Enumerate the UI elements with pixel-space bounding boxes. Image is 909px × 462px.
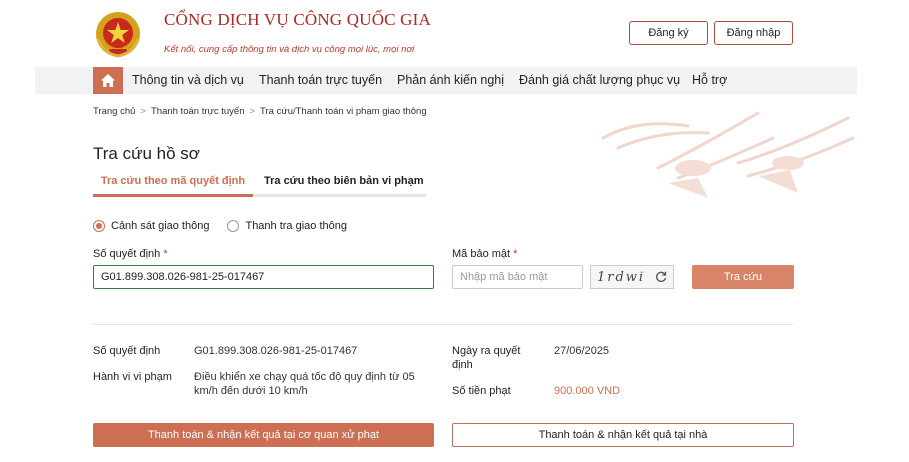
tab-by-decision-code[interactable]: Tra cứu theo mã quyết định	[93, 171, 253, 197]
result-violation-label: Hành vi vi phạm	[93, 371, 172, 383]
breadcrumb-home[interactable]: Trang chủ	[93, 106, 135, 117]
search-button[interactable]: Tra cứu	[692, 265, 794, 289]
nav-item-feedback[interactable]: Phản ánh kiến nghị	[397, 67, 504, 94]
agency-radio-group: Cảnh sát giao thông Thanh tra giao thông	[93, 220, 347, 232]
nav-item-info-services[interactable]: Thông tin và dịch vụ	[132, 67, 244, 94]
result-violation-value-line2: km/h đến dưới 10 km/h	[194, 385, 308, 397]
section-divider	[93, 324, 793, 325]
decision-number-input[interactable]	[93, 265, 434, 289]
site-header: CỔNG DỊCH VỤ CÔNG QUỐC GIA Kết nối, cung…	[0, 0, 909, 67]
main-navbar: Thông tin và dịch vụ Thanh toán trực tuy…	[35, 67, 857, 94]
decorative-birds-pattern	[601, 111, 855, 198]
pay-at-office-button[interactable]: Thanh toán & nhận kết quả tại cơ quan xử…	[93, 423, 434, 447]
result-decision-number-value: G01.899.308.026-981-25-017467	[194, 345, 358, 357]
brand-title[interactable]: CỔNG DỊCH VỤ CÔNG QUỐC GIA	[164, 10, 431, 30]
radio-traffic-inspector[interactable]	[227, 220, 240, 232]
decision-number-label-text: Số quyết định	[93, 248, 161, 260]
result-date-value: 27/06/2025	[554, 345, 610, 357]
tab-by-violation-report[interactable]: Tra cứu theo biên bản vi phạm	[264, 171, 424, 194]
radio-traffic-police[interactable]	[93, 220, 105, 232]
captcha-text: 1rdwi	[597, 269, 646, 285]
required-mark: *	[513, 248, 518, 260]
refresh-icon[interactable]	[655, 271, 667, 283]
nav-item-online-payment[interactable]: Thanh toán trực tuyến	[259, 67, 382, 94]
result-decision-number-label: Số quyết định	[93, 345, 161, 357]
home-icon	[101, 74, 115, 87]
radio-traffic-inspector-label[interactable]: Thanh tra giao thông	[245, 220, 347, 232]
result-fine-value: 900.000 VND	[554, 385, 621, 397]
result-date-label-line2: định	[452, 359, 473, 371]
brand-subtitle: Kết nối, cung cấp thông tin và dịch vụ c…	[164, 44, 415, 55]
result-violation-value-line1: Điều khiển xe chạy quá tốc độ quy định t…	[194, 371, 415, 383]
result-date-label-line1: Ngày ra quyết	[452, 345, 521, 357]
required-mark: *	[163, 248, 168, 260]
pay-at-home-button[interactable]: Thanh toán & nhận kết quả tại nhà	[452, 423, 794, 447]
captcha-input[interactable]	[452, 265, 583, 289]
nav-home-button[interactable]	[93, 67, 123, 94]
nav-item-support[interactable]: Hỗ trợ	[692, 67, 727, 94]
result-fine-label: Số tiền phạt	[452, 385, 511, 397]
breadcrumb-online-payment[interactable]: Thanh toán trực tuyến	[151, 106, 245, 117]
radio-traffic-police-label[interactable]: Cảnh sát giao thông	[111, 220, 209, 232]
breadcrumb: Trang chủ > Thanh toán trực tuyến > Tra …	[93, 106, 427, 117]
register-button[interactable]: Đăng ký	[629, 21, 708, 45]
captcha-label-text: Mã bảo mật	[452, 248, 511, 260]
chevron-right-icon: >	[249, 106, 256, 117]
national-emblem-icon[interactable]	[92, 9, 144, 59]
captcha-image: 1rdwi	[590, 265, 674, 289]
search-tabs: Tra cứu theo mã quyết định Tra cứu theo …	[93, 171, 426, 197]
decision-number-label: Số quyết định *	[93, 248, 168, 260]
page-title: Tra cứu hồ sơ	[93, 144, 200, 163]
nav-item-service-rating[interactable]: Đánh giá chất lượng phục vụ	[519, 67, 680, 94]
chevron-right-icon: >	[140, 106, 146, 117]
login-button[interactable]: Đăng nhập	[714, 21, 793, 45]
captcha-label: Mã bảo mật *	[452, 248, 517, 260]
breadcrumb-current: Tra cứu/Thanh toán vi phạm giao thông	[260, 106, 427, 117]
